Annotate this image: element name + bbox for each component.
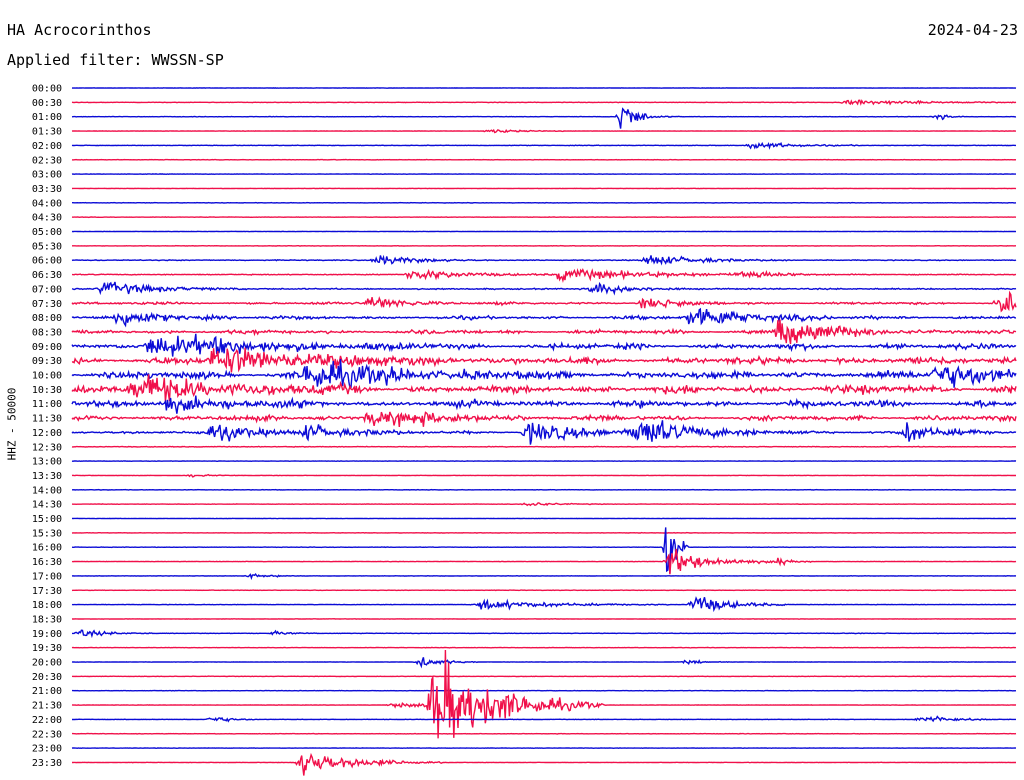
trace-line xyxy=(71,281,1017,296)
trace-line xyxy=(72,732,1017,735)
time-tick-label: 00:30 xyxy=(32,98,62,109)
time-tick-label: 01:00 xyxy=(32,112,62,123)
trace-line xyxy=(71,646,1017,649)
trace-line xyxy=(71,502,1017,507)
time-tick-label: 21:30 xyxy=(32,701,62,712)
trace-line xyxy=(71,395,1017,414)
time-tick-label: 05:00 xyxy=(32,227,62,238)
trace-line xyxy=(71,548,1017,575)
time-tick-label: 23:30 xyxy=(32,758,62,769)
time-tick-label: 22:00 xyxy=(32,715,62,726)
time-tick-label: 06:30 xyxy=(32,270,62,281)
time-tick-label: 10:00 xyxy=(32,371,62,382)
trace-line xyxy=(71,657,1017,669)
time-tick-label: 05:30 xyxy=(32,241,62,252)
time-tick-label: 17:00 xyxy=(32,571,62,582)
time-tick-label: 20:30 xyxy=(32,672,62,683)
trace-line xyxy=(71,411,1017,427)
time-tick-label: 18:00 xyxy=(32,600,62,611)
time-tick-label: 08:00 xyxy=(32,313,62,324)
trace-line xyxy=(71,374,1017,402)
time-tick-label: 21:00 xyxy=(32,686,62,697)
trace-line xyxy=(71,347,1017,373)
time-tick-label: 14:00 xyxy=(32,485,62,496)
trace-line xyxy=(71,158,1017,161)
trace-line xyxy=(71,107,1017,129)
time-tick-label: 06:00 xyxy=(32,256,62,267)
trace-line xyxy=(71,187,1017,190)
time-tick-label: 02:00 xyxy=(32,141,62,152)
trace-line xyxy=(71,531,1017,534)
time-tick-label: 15:00 xyxy=(32,514,62,525)
time-tick-label: 00:00 xyxy=(32,84,62,95)
trace-line xyxy=(71,128,1016,134)
trace-line xyxy=(72,715,1016,723)
time-tick-label: 04:00 xyxy=(32,198,62,209)
time-tick-label: 22:30 xyxy=(32,729,62,740)
time-tick-label: 23:00 xyxy=(32,744,62,755)
time-tick-label: 09:00 xyxy=(32,342,62,353)
time-tick-label: 03:30 xyxy=(32,184,62,195)
trace-line xyxy=(71,99,1017,106)
time-tick-label: 11:30 xyxy=(32,414,62,425)
trace-line xyxy=(72,629,1017,639)
time-tick-label: 12:00 xyxy=(32,428,62,439)
time-tick-label: 16:30 xyxy=(32,557,62,568)
trace-line xyxy=(71,589,1016,592)
trace-line xyxy=(71,617,1017,620)
trace-line xyxy=(72,267,1017,284)
trace-line xyxy=(71,675,1017,678)
trace-line xyxy=(72,752,1016,776)
time-tick-label: 16:00 xyxy=(32,543,62,554)
trace-line xyxy=(71,473,1016,478)
time-tick-label: 14:30 xyxy=(32,500,62,511)
time-tick-label: 02:30 xyxy=(32,155,62,166)
time-tick-label: 01:30 xyxy=(32,127,62,138)
time-tick-label: 17:30 xyxy=(32,586,62,597)
trace-line xyxy=(71,216,1017,219)
time-tick-label: 18:30 xyxy=(32,614,62,625)
time-tick-label: 19:00 xyxy=(32,629,62,640)
trace-line xyxy=(71,141,1016,150)
trace-line xyxy=(71,290,1017,313)
trace-line xyxy=(71,420,1017,445)
time-tick-label: 15:30 xyxy=(32,528,62,539)
time-tick-label: 09:30 xyxy=(32,356,62,367)
trace-line xyxy=(71,254,1017,266)
time-tick-label: 11:00 xyxy=(32,399,62,410)
trace-line xyxy=(71,307,1017,328)
time-tick-label: 03:00 xyxy=(32,170,62,181)
time-tick-label: 07:30 xyxy=(32,299,62,310)
time-tick-label: 13:00 xyxy=(32,457,62,468)
time-tick-label: 12:30 xyxy=(32,442,62,453)
time-tick-label: 04:30 xyxy=(32,213,62,224)
time-tick-label: 08:30 xyxy=(32,327,62,338)
time-tick-label: 07:00 xyxy=(32,284,62,295)
trace-line xyxy=(71,596,1017,613)
trace-line xyxy=(71,649,1017,739)
trace-line xyxy=(71,527,1017,574)
time-tick-label: 13:30 xyxy=(32,471,62,482)
helicorder-plot: 00:00 00:30 01:00 01:30 02:00 02:30 03:00 03:30… xyxy=(32,84,1017,776)
time-tick-label: 19:30 xyxy=(32,643,62,654)
time-tick-label: 20:00 xyxy=(32,658,62,669)
time-tick-label: 10:30 xyxy=(32,385,62,396)
trace-line xyxy=(71,445,1017,448)
trace-line xyxy=(71,572,1017,581)
trace-line xyxy=(72,244,1016,247)
